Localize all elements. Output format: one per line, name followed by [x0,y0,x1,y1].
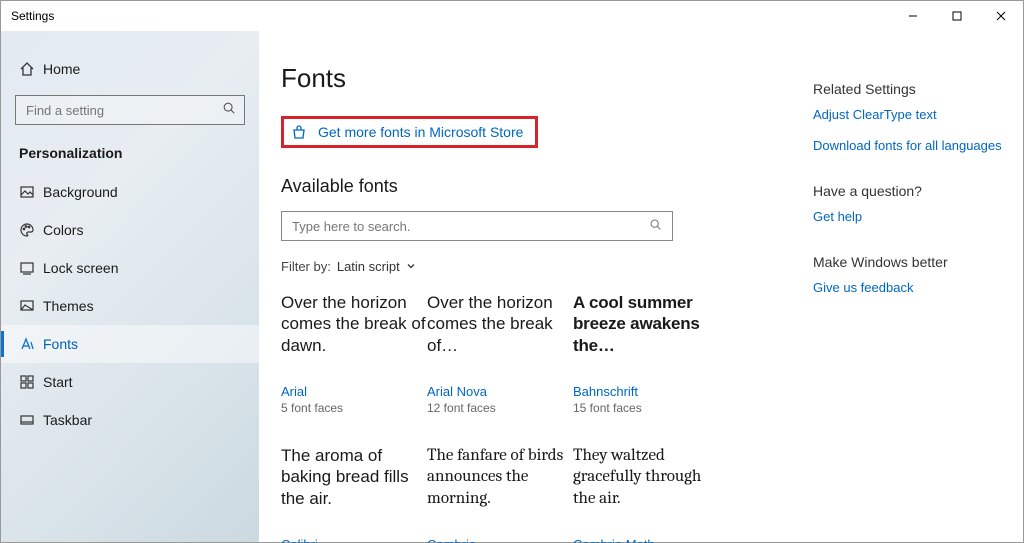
get-more-fonts-link[interactable]: Get more fonts in Microsoft Store [281,116,538,148]
find-setting-search[interactable] [15,95,245,125]
get-help-link[interactable]: Get help [813,209,1011,224]
question-heading: Have a question? [813,183,1011,199]
home-nav[interactable]: Home [1,51,259,87]
store-bag-icon [290,123,308,141]
font-name-link[interactable]: Cambria [427,537,573,543]
titlebar: Settings [1,1,1023,31]
sidebar-item-label: Fonts [43,336,78,352]
sidebar-item-fonts[interactable]: Fonts [1,325,259,363]
fonts-grid: Over the horizon comes the break of dawn… [281,292,813,543]
font-sample: The fanfare of birds announces the morni… [427,445,573,527]
filter-prefix: Filter by: [281,259,331,274]
sidebar-item-themes[interactable]: Themes [1,287,259,325]
font-card-calibri[interactable]: The aroma of baking bread fills the air.… [281,445,427,543]
sidebar-item-background[interactable]: Background [1,173,259,211]
better-heading: Make Windows better [813,254,1011,270]
font-card-cambria[interactable]: The fanfare of birds announces the morni… [427,445,573,543]
sidebar-item-label: Taskbar [43,412,92,428]
store-link-label: Get more fonts in Microsoft Store [318,124,523,140]
section-title: Personalization [1,141,259,173]
lock-screen-icon [19,260,43,276]
home-label: Home [43,61,80,77]
window-title: Settings [11,9,54,23]
font-faces: 15 font faces [573,401,719,415]
page-title: Fonts [281,63,813,94]
font-search-input[interactable]: Type here to search. [281,211,673,241]
font-name-link[interactable]: Arial Nova [427,384,573,399]
sidebar-item-label: Start [43,374,73,390]
download-fonts-link[interactable]: Download fonts for all languages [813,138,1011,153]
font-card-arial-nova[interactable]: Over the horizon comes the break of… Ari… [427,292,573,415]
feedback-link[interactable]: Give us feedback [813,280,1011,295]
sidebar-item-start[interactable]: Start [1,363,259,401]
main-content: Fonts Get more fonts in Microsoft Store … [259,31,1023,542]
font-card-bahnschrift[interactable]: A cool summer breeze awakens the… Bahnsc… [573,292,719,415]
sidebar-item-taskbar[interactable]: Taskbar [1,401,259,439]
sidebar-item-label: Lock screen [43,260,118,276]
font-sample: Over the horizon comes the break of dawn… [281,292,427,374]
search-icon [222,101,236,120]
close-button[interactable] [979,1,1023,31]
font-name-link[interactable]: Arial [281,384,427,399]
related-sidebar: Related Settings Adjust ClearType text D… [813,43,1023,542]
font-faces: 12 font faces [427,401,573,415]
start-icon [19,374,43,390]
font-card-arial[interactable]: Over the horizon comes the break of dawn… [281,292,427,415]
font-name-link[interactable]: Bahnschrift [573,384,719,399]
font-sample: The aroma of baking bread fills the air. [281,445,427,527]
font-name-link[interactable]: Cambria Math [573,537,719,543]
minimize-button[interactable] [891,1,935,31]
font-sample: A cool summer breeze awakens the… [573,292,719,374]
font-sample: They waltzed gracefully through the air. [573,445,719,527]
themes-icon [19,298,43,314]
sidebar: Home Personalization Background [1,31,259,542]
settings-window: Settings Home [0,0,1024,543]
filter-dropdown[interactable]: Latin script [337,259,416,274]
taskbar-icon [19,412,43,428]
font-faces: 5 font faces [281,401,427,415]
search-icon [649,218,662,234]
font-name-link[interactable]: Calibri [281,537,427,543]
available-fonts-title: Available fonts [281,176,813,197]
find-setting-input[interactable] [24,102,222,119]
sidebar-item-lock-screen[interactable]: Lock screen [1,249,259,287]
chevron-down-icon [406,259,416,274]
sidebar-item-label: Background [43,184,118,200]
sidebar-item-colors[interactable]: Colors [1,211,259,249]
sidebar-item-label: Colors [43,222,83,238]
sidebar-item-label: Themes [43,298,94,314]
font-sample: Over the horizon comes the break of… [427,292,573,374]
font-search-placeholder: Type here to search. [292,219,649,234]
related-heading: Related Settings [813,81,1011,97]
filter-row: Filter by: Latin script [281,259,813,274]
filter-value: Latin script [337,259,400,274]
picture-icon [19,184,43,200]
palette-icon [19,222,43,238]
maximize-button[interactable] [935,1,979,31]
font-card-cambria-math[interactable]: They waltzed gracefully through the air.… [573,445,719,543]
fonts-icon [19,336,43,352]
home-icon [19,61,43,77]
adjust-cleartype-link[interactable]: Adjust ClearType text [813,107,1011,122]
